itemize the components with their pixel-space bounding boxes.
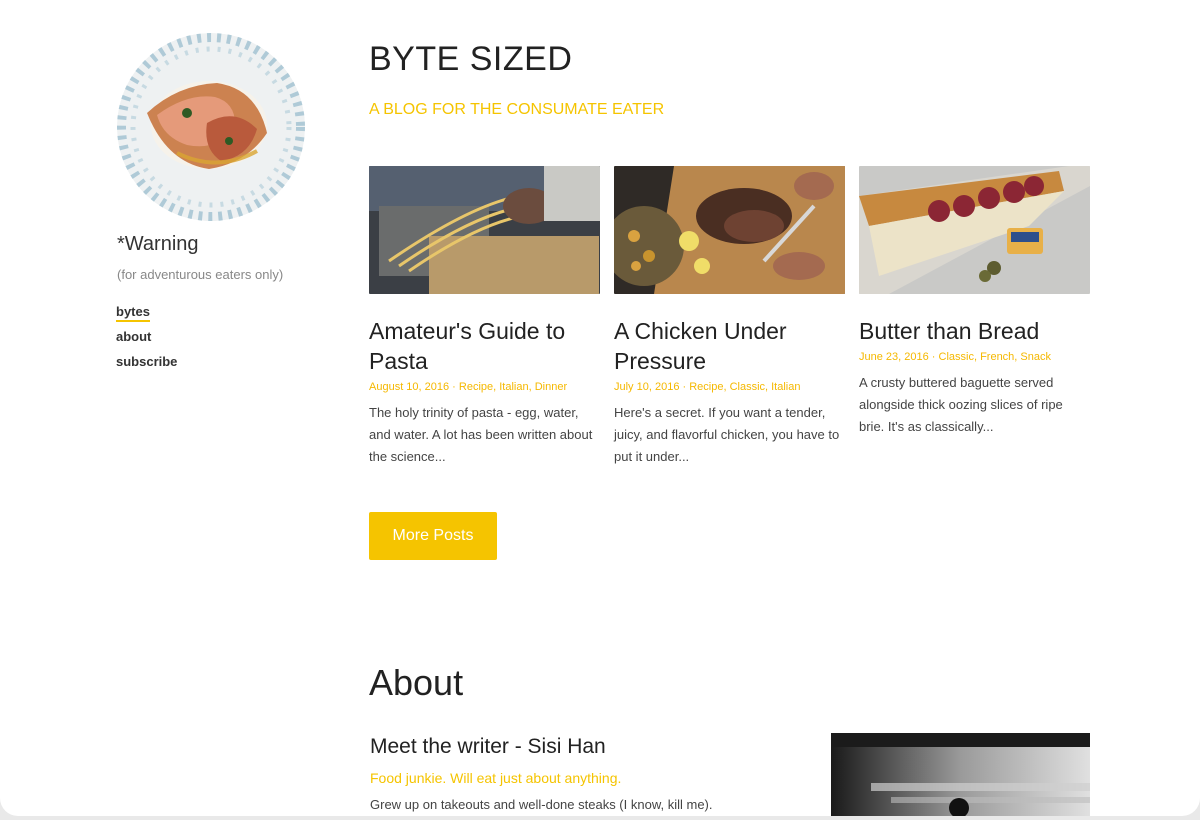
- nav-item-subscribe[interactable]: subscribe: [116, 353, 177, 378]
- post-title[interactable]: Butter than Bread: [859, 316, 1090, 346]
- post-thumbnail-pasta[interactable]: [369, 166, 600, 294]
- post-meta[interactable]: August 10, 2016 · Recipe, Italian, Dinne…: [369, 380, 600, 394]
- site-subtitle: A BLOG FOR THE CONSUMATE EATER: [369, 101, 665, 118]
- post-title[interactable]: A Chicken Under Pressure: [614, 316, 845, 376]
- nav-item-label[interactable]: bytes: [116, 304, 150, 322]
- nav-item-label[interactable]: subscribe: [116, 354, 177, 369]
- about-meet-writer: Meet the writer - Sisi Han: [370, 735, 606, 758]
- about-heading: About: [369, 662, 464, 703]
- more-posts-button[interactable]: More Posts: [369, 512, 497, 560]
- post-meta[interactable]: June 23, 2016 · Classic, French, Snack: [859, 350, 1090, 364]
- nav-item-label[interactable]: about: [116, 329, 151, 344]
- about-bio: Grew up on takeouts and well-done steaks…: [370, 797, 713, 812]
- post-card: A Chicken Under Pressure July 10, 2016 ·…: [614, 166, 845, 468]
- nav-item-bytes[interactable]: bytes: [116, 303, 177, 328]
- nav-item-about[interactable]: about: [116, 328, 177, 353]
- post-card: Butter than Bread June 23, 2016 · Classi…: [859, 166, 1090, 438]
- post-excerpt: A crusty buttered baguette served alongs…: [859, 375, 1063, 434]
- avatar: [117, 33, 305, 221]
- writer-photo: [831, 733, 1090, 816]
- site-title: BYTE SIZED: [369, 40, 573, 78]
- post-meta[interactable]: July 10, 2016 · Recipe, Classic, Italian: [614, 380, 845, 394]
- sidebar-tagline: (for adventurous eaters only): [117, 267, 284, 282]
- post-card: Amateur's Guide to Pasta August 10, 2016…: [369, 166, 600, 468]
- post-excerpt: Here's a secret. If you want a tender, j…: [614, 405, 840, 464]
- page: *Warning (for adventurous eaters only) b…: [0, 0, 1200, 816]
- post-title[interactable]: Amateur's Guide to Pasta: [369, 316, 600, 376]
- post-excerpt: The holy trinity of pasta - egg, water, …: [369, 405, 593, 464]
- post-thumbnail-chicken[interactable]: [614, 166, 845, 294]
- about-tagline: Food junkie. Will eat just about anythin…: [370, 770, 622, 786]
- sidebar-warning: *Warning: [117, 233, 199, 255]
- post-thumbnail-bread[interactable]: [859, 166, 1090, 294]
- sidebar-nav: bytes about subscribe: [116, 303, 177, 378]
